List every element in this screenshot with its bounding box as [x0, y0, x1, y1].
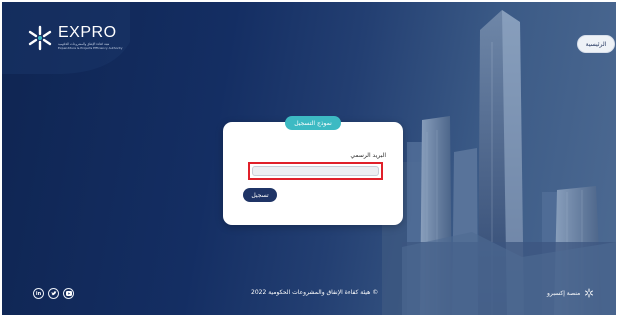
- login-form-title: نموذج التسجيل: [285, 116, 341, 130]
- linkedin-icon[interactable]: in: [33, 288, 44, 299]
- twitter-bird-glyph: [50, 291, 57, 296]
- expro-logo[interactable]: EXPRO هيئة كفاءة الإنفاق والمشروعات الحك…: [26, 24, 128, 52]
- logo-wordmark: EXPRO: [58, 24, 117, 41]
- social-links: in: [33, 288, 74, 299]
- home-button[interactable]: الرئيسية: [577, 35, 615, 53]
- expro-small-logo-icon: [585, 288, 594, 298]
- twitter-icon[interactable]: [48, 288, 59, 299]
- expro-platform-link[interactable]: منصة إكسبرو: [547, 288, 594, 298]
- youtube-play-glyph: [65, 291, 72, 296]
- expro-logo-icon: [28, 25, 52, 51]
- youtube-icon[interactable]: [63, 288, 74, 299]
- copyright-text: © هيئة كفاءة الإنفاق والمشروعات الحكومية…: [251, 289, 379, 296]
- login-page: EXPRO هيئة كفاءة الإنفاق والمشروعات الحك…: [2, 2, 616, 315]
- login-button[interactable]: تسجيل: [243, 188, 277, 202]
- email-input[interactable]: [252, 166, 379, 176]
- email-label: البريد الرسمي: [350, 152, 386, 159]
- platform-label: منصة إكسبرو: [547, 289, 581, 297]
- email-field-highlight: [248, 162, 383, 180]
- login-card: نموذج التسجيل البريد الرسمي تسجيل: [223, 116, 403, 225]
- logo-subtitle: هيئة كفاءة الإنفاق والمشروعات الحكومية E…: [58, 42, 123, 50]
